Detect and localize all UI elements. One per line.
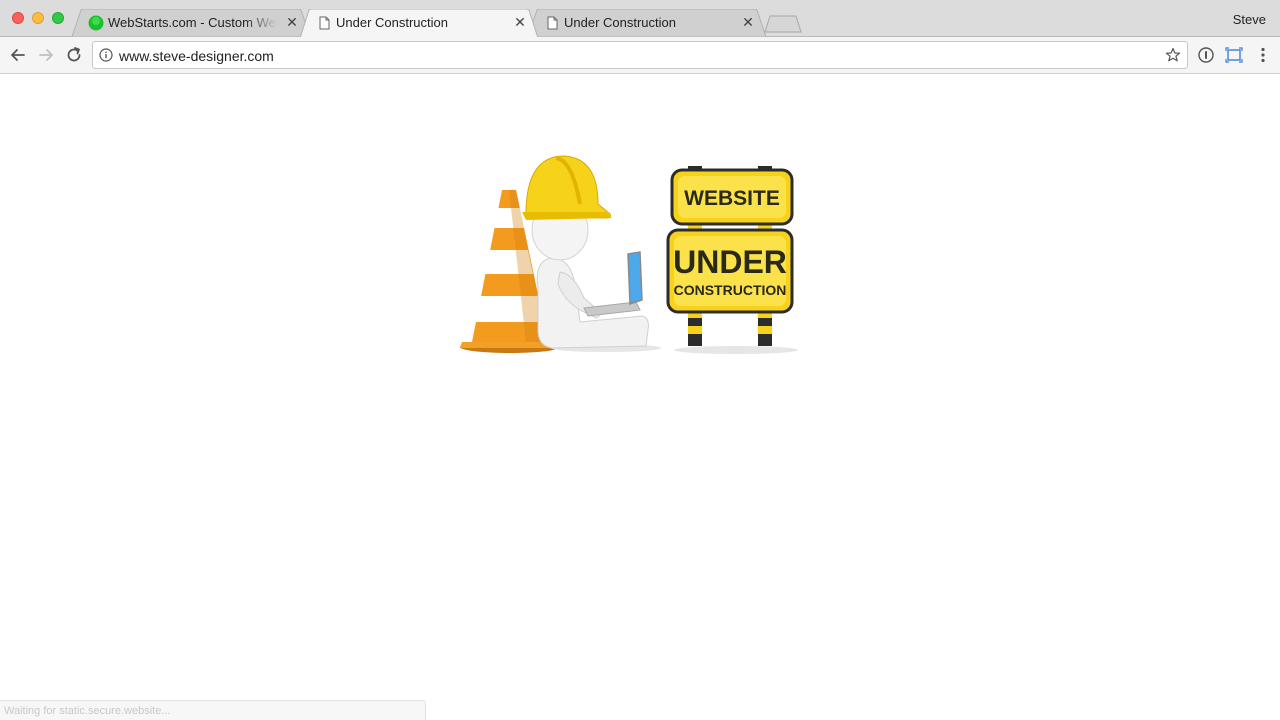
sign-text-website: WEBSITE: [684, 187, 780, 210]
status-bar: Waiting for static.secure.website...: [0, 700, 426, 720]
tab-title: WebStarts.com - Custom Website: [108, 15, 278, 30]
tab-strip: WebStarts.com - Custom Website ✕ Under C…: [0, 0, 1280, 37]
browser-toolbar: www.steve-designer.com: [0, 37, 1280, 74]
tab-under-construction-active[interactable]: Under Construction ✕: [300, 9, 538, 37]
green-circle-favicon: [88, 15, 104, 31]
window-close-button[interactable]: [12, 12, 24, 24]
star-icon[interactable]: [1165, 47, 1181, 63]
info-icon[interactable]: [99, 48, 113, 62]
window-minimize-button[interactable]: [32, 12, 44, 24]
tab-title: Under Construction: [336, 15, 448, 30]
extension-screenshot-icon[interactable]: [1225, 46, 1243, 64]
tab-webstarts[interactable]: WebStarts.com - Custom Website ✕: [72, 9, 310, 37]
profile-name[interactable]: Steve: [1233, 12, 1266, 27]
window-maximize-button[interactable]: [52, 12, 64, 24]
back-arrow-icon[interactable]: [8, 45, 28, 65]
kebab-menu-icon[interactable]: [1254, 46, 1272, 64]
page-icon: [547, 16, 558, 30]
under-construction-illustration: WEBSITE UNDER CONSTRUCTION: [460, 155, 798, 354]
url-text[interactable]: www.steve-designer.com: [119, 48, 274, 64]
forward-arrow-icon[interactable]: [36, 45, 56, 65]
tab-close-icon[interactable]: ✕: [512, 14, 528, 30]
extension-password-icon[interactable]: [1197, 46, 1215, 64]
sign-text-under: UNDER: [673, 244, 787, 280]
tab-under-construction-2[interactable]: Under Construction ✕: [528, 9, 766, 37]
tab-close-icon[interactable]: ✕: [740, 14, 756, 30]
reload-icon[interactable]: [64, 45, 84, 65]
page-viewport: WEBSITE UNDER CONSTRUCTION Waiting for s…: [0, 74, 1280, 720]
tab-close-icon[interactable]: ✕: [284, 14, 300, 30]
worker-figure: [522, 155, 661, 352]
page-icon: [319, 16, 330, 30]
tab-title: Under Construction: [564, 15, 676, 30]
under-construction-sign: WEBSITE UNDER CONSTRUCTION: [666, 166, 798, 354]
sign-text-construction: CONSTRUCTION: [674, 282, 787, 298]
new-tab-button[interactable]: [764, 15, 802, 33]
address-bar[interactable]: www.steve-designer.com: [92, 41, 1188, 69]
